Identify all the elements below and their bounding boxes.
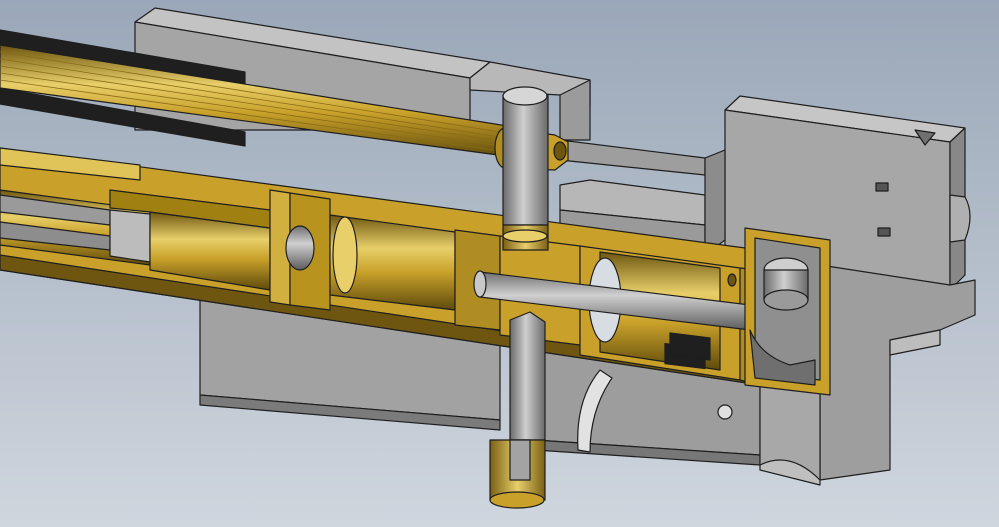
rear-bracket: [744, 227, 831, 396]
lower-block-hole: [717, 404, 733, 420]
cad-cutaway-render: [0, 0, 999, 527]
